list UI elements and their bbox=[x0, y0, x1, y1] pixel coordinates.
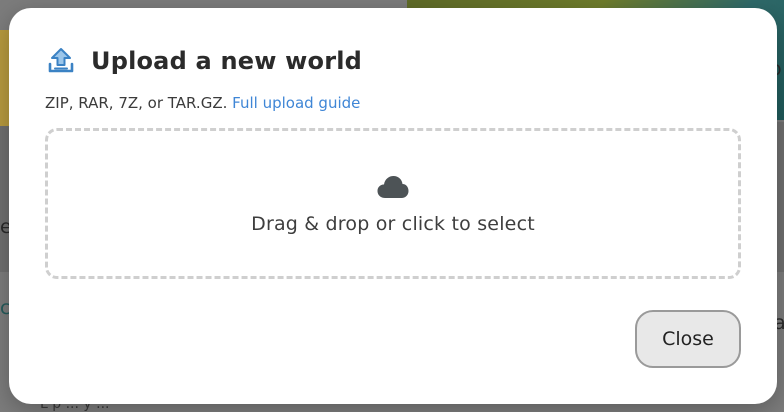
supported-formats-text: ZIP, RAR, 7Z, or TAR.GZ. Full upload gui… bbox=[45, 94, 360, 112]
dialog-header: Upload a new world bbox=[45, 44, 362, 78]
formats-list: ZIP, RAR, 7Z, or TAR.GZ. bbox=[45, 94, 228, 112]
upload-icon bbox=[45, 45, 77, 77]
dialog-title: Upload a new world bbox=[91, 47, 363, 75]
close-button[interactable]: Close bbox=[635, 310, 741, 368]
cloud-icon bbox=[377, 175, 409, 198]
upload-world-dialog: Upload a new world ZIP, RAR, 7Z, or TAR.… bbox=[9, 8, 777, 404]
file-dropzone[interactable]: Drag & drop or click to select bbox=[45, 128, 741, 279]
full-upload-guide-link[interactable]: Full upload guide bbox=[232, 94, 360, 112]
dropzone-label: Drag & drop or click to select bbox=[251, 212, 535, 235]
